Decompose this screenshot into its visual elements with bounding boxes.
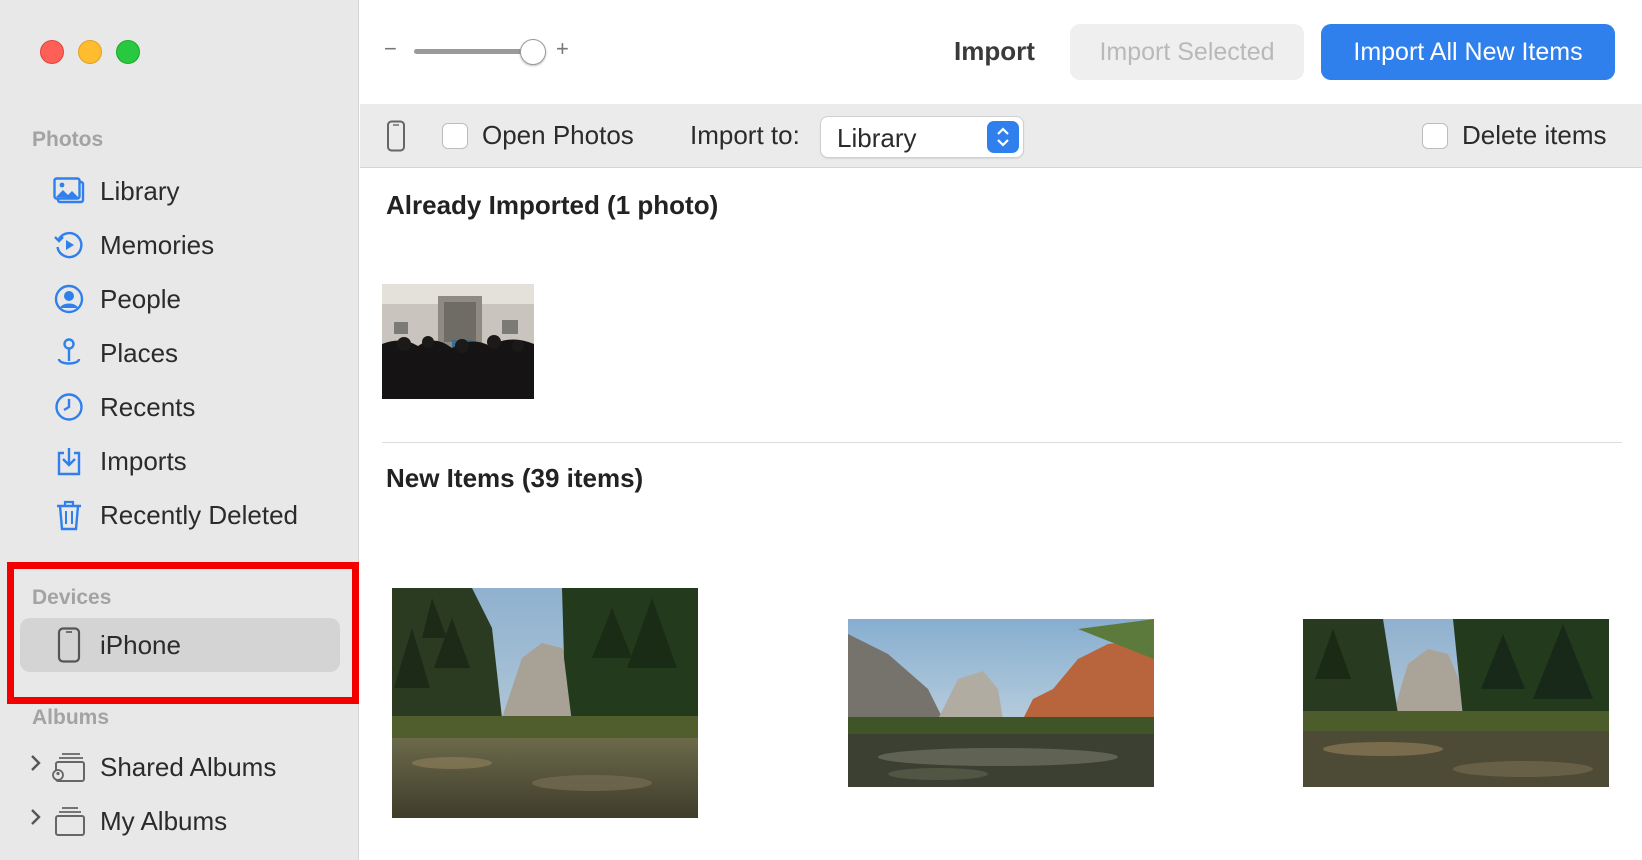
close-window-button[interactable]	[40, 40, 64, 64]
memories-icon	[52, 228, 86, 262]
sidebar-item-label: Memories	[100, 229, 215, 260]
new-items-heading: New Items (39 items)	[386, 463, 644, 493]
already-imported-photo[interactable]	[382, 284, 534, 399]
sidebar-item-recently-deleted[interactable]: Recently Deleted	[20, 488, 340, 542]
trash-icon	[52, 498, 86, 532]
zoom-in-icon[interactable]: +	[556, 36, 569, 62]
sidebar-item-label: Places	[100, 337, 179, 368]
devices-highlight-annotation	[7, 562, 359, 704]
photo-library-icon	[52, 174, 86, 208]
sidebar-item-label: Recents	[100, 391, 196, 422]
import-to-select[interactable]: Library	[820, 116, 1024, 158]
delete-items-checkbox[interactable]	[1422, 123, 1448, 149]
clock-icon	[52, 390, 86, 424]
delete-items-label: Delete items	[1462, 120, 1607, 150]
window-controls	[40, 40, 140, 64]
chevron-right-icon[interactable]	[30, 806, 42, 832]
import-all-new-items-button[interactable]: Import All New Items	[1321, 24, 1615, 80]
toolbar-title: Import	[954, 36, 1035, 66]
select-stepper-icon	[987, 121, 1019, 153]
sidebar-item-imports[interactable]: Imports	[20, 434, 340, 488]
new-item-photo[interactable]	[1303, 619, 1609, 787]
import-to-label: Import to:	[690, 120, 800, 150]
sidebar: Photos Library Memories People Places Re…	[0, 0, 359, 860]
shared-albums-icon	[52, 750, 86, 784]
section-divider	[382, 442, 1622, 443]
import-selected-button[interactable]: Import Selected	[1070, 24, 1304, 80]
toolbar: − + Import Import Selected Import All Ne…	[360, 0, 1642, 104]
zoom-window-button[interactable]	[116, 40, 140, 64]
sidebar-section-photos: Photos	[32, 128, 104, 151]
sidebar-item-my-albums[interactable]: My Albums	[20, 794, 340, 848]
sidebar-item-recents[interactable]: Recents	[20, 380, 340, 434]
sidebar-item-label: Imports	[100, 445, 187, 476]
import-to-value: Library	[837, 123, 917, 153]
chevron-right-icon[interactable]	[30, 752, 42, 778]
zoom-out-icon[interactable]: −	[384, 36, 397, 62]
zoom-slider-knob[interactable]	[520, 39, 546, 65]
sidebar-item-people[interactable]: People	[20, 272, 340, 326]
sidebar-item-label: Library	[100, 175, 180, 206]
sidebar-item-label: My Albums	[100, 805, 228, 836]
sidebar-item-library[interactable]: Library	[20, 164, 340, 218]
device-phone-icon	[386, 120, 406, 157]
sidebar-item-label: Recently Deleted	[100, 499, 298, 530]
new-item-photo[interactable]	[848, 619, 1154, 787]
places-pin-icon	[52, 336, 86, 370]
new-item-photo[interactable]	[392, 588, 698, 818]
sidebar-item-shared-albums[interactable]: Shared Albums	[20, 740, 340, 794]
minimize-window-button[interactable]	[78, 40, 102, 64]
open-photos-checkbox[interactable]	[442, 123, 468, 149]
sidebar-section-albums: Albums	[32, 706, 110, 729]
import-tray-icon	[52, 444, 86, 478]
sidebar-item-label: Shared Albums	[100, 751, 277, 782]
albums-stack-icon	[52, 804, 86, 838]
import-options-bar: Open Photos Import to: Library Delete it…	[360, 104, 1642, 168]
sidebar-item-places[interactable]: Places	[20, 326, 340, 380]
sidebar-item-label: People	[100, 283, 181, 314]
open-photos-label: Open Photos	[482, 120, 634, 150]
already-imported-heading: Already Imported (1 photo)	[386, 190, 719, 220]
people-icon	[52, 282, 86, 316]
sidebar-item-memories[interactable]: Memories	[20, 218, 340, 272]
import-main-pane: − + Import Import Selected Import All Ne…	[360, 0, 1642, 860]
